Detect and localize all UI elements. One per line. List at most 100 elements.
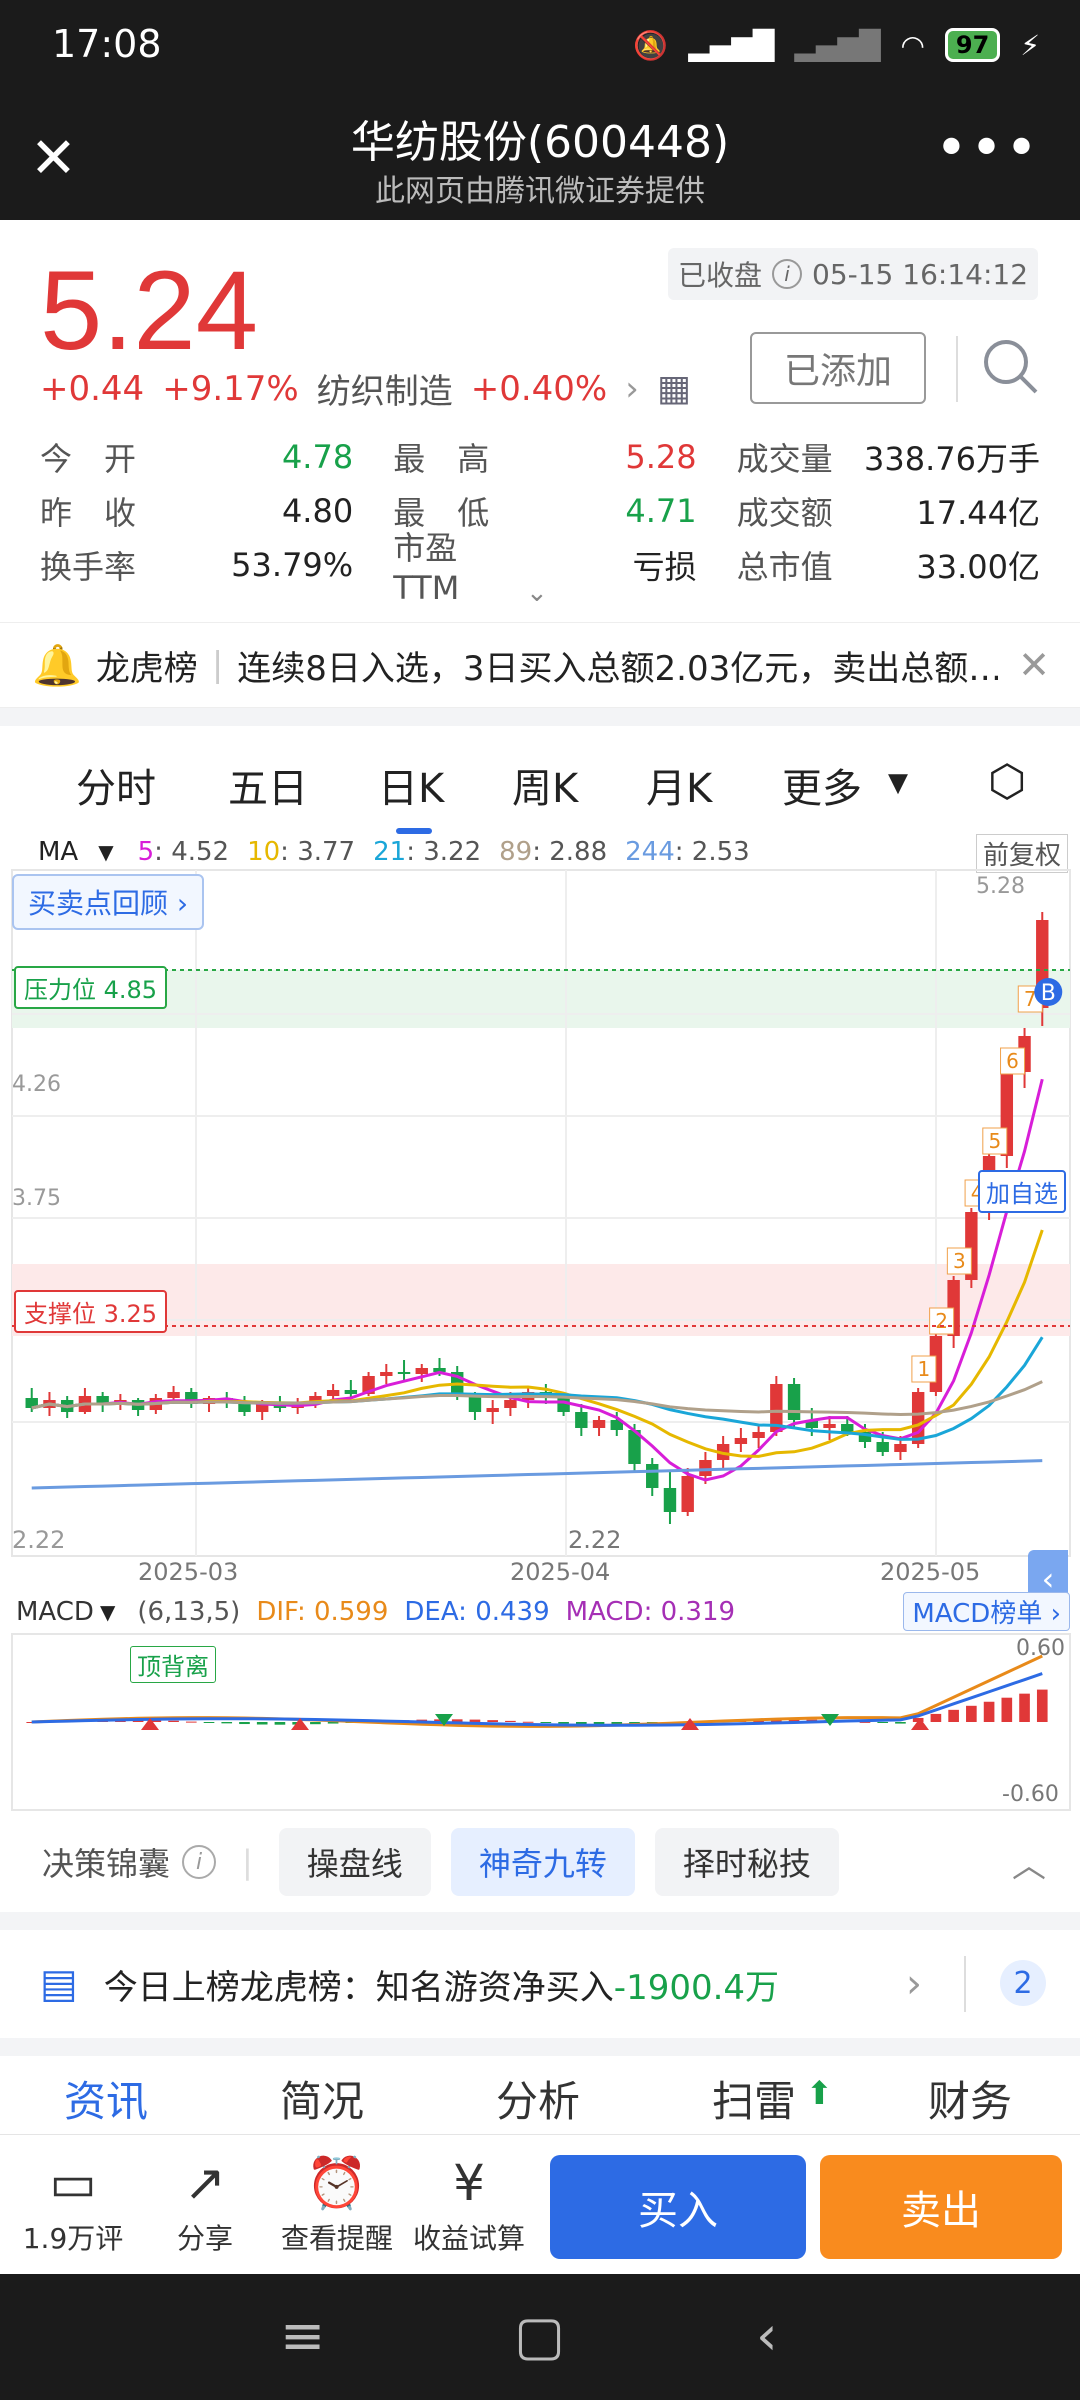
tab-intraday[interactable]: 分时 (76, 756, 156, 814)
chevron-up-icon[interactable]: ︿ (1012, 1838, 1046, 1887)
sector-change[interactable]: +0.40% (471, 369, 608, 409)
candle-body (468, 1396, 482, 1412)
macd-indicator-row: MACD ▼ (6,13,5) DIF: 0.599 DEA: 0.439 MA… (0, 1592, 1080, 1632)
signal-icon: ▂▄▆█ (688, 28, 775, 62)
bottom-action-bar: ▭ 1.9万评 ↗ 分享 ⏰ 查看提醒 ¥ 收益试算 买入 卖出 (0, 2134, 1080, 2274)
stat-label[interactable]: 总市值 (737, 542, 854, 588)
expand-chevron-icon[interactable]: ⌄ (526, 578, 548, 608)
macd-selector[interactable]: MACD (16, 1597, 94, 1627)
dragon-tiger-today[interactable]: ▤ 今日上榜龙虎榜：知名游资净买入 -1900.4万 › 2 (0, 1930, 1080, 2038)
nine-turn-marker-text: 3 (953, 1249, 966, 1273)
macd-bar (877, 1722, 889, 1723)
info-icon[interactable]: i (772, 259, 802, 289)
sell-button[interactable]: 卖出 (820, 2155, 1062, 2259)
stat-label[interactable]: 市盈TTM (393, 523, 510, 607)
tab-daily-k[interactable]: 日K (378, 756, 444, 834)
divider (964, 1956, 966, 2012)
caret-down-icon[interactable]: ▼ (98, 840, 113, 864)
candle-body (823, 1424, 836, 1428)
pill-timing[interactable]: 择时秘技 (654, 1828, 839, 1896)
grid-icon[interactable]: ▦ (657, 368, 691, 409)
candle-body (167, 1392, 180, 1398)
dragon-count-badge[interactable]: 2 (1000, 1960, 1046, 2006)
candle-body (415, 1368, 428, 1374)
info-tabs: 资讯 简况 分析 扫雷 ⬆ 财务 (0, 2056, 1080, 2134)
candle-body (486, 1408, 499, 1412)
close-icon[interactable]: ✕ (1018, 643, 1050, 687)
share-button[interactable]: ↗ 分享 (140, 2149, 270, 2257)
charging-icon: ⚡ (1020, 28, 1040, 62)
price-change: +0.44 (40, 368, 145, 409)
comments-button[interactable]: ▭ 1.9万评 (8, 2149, 138, 2257)
macd-bar (522, 1721, 534, 1723)
x-label: 2025-05 (880, 1558, 981, 1586)
settings-icon[interactable]: ⬡ (988, 756, 1026, 807)
ma-selector[interactable]: MA (38, 837, 78, 867)
more-icon[interactable]: ••• (935, 116, 1040, 181)
document-icon: ▤ (40, 1961, 78, 2007)
y-label: 3.75 (12, 1186, 61, 1211)
macd-dif: DIF: 0.599 (256, 1597, 389, 1627)
tab-analysis[interactable]: 分析 (496, 2068, 580, 2129)
caret-down-icon[interactable]: ▼ (100, 1600, 115, 1624)
candle-body (397, 1372, 411, 1374)
nine-turn-marker-text: 2 (935, 1309, 948, 1333)
add-watch-button[interactable]: 加自选 (978, 1170, 1066, 1213)
ma21-period: 21 (373, 837, 407, 867)
home-icon[interactable]: ▢ (514, 2304, 565, 2367)
ma10-period: 10 (247, 837, 281, 867)
macd-bar (1001, 1697, 1013, 1722)
sector-name[interactable]: 纺织制造 (317, 364, 453, 413)
candle-body (681, 1476, 694, 1512)
tab-profile[interactable]: 简况 (280, 2068, 364, 2129)
tab-monthly-k[interactable]: 月K (646, 756, 712, 814)
buy-sell-review-button[interactable]: 买卖点回顾 › (12, 874, 205, 930)
dragon-tiger-banner[interactable]: 🔔 龙虎榜 | 连续8日入选，3日买入总额2.03亿元，卖出总额… ✕ (0, 622, 1080, 708)
candle-body (752, 1432, 765, 1438)
system-nav-bar: ≡ ▢ ‹ (0, 2274, 1080, 2400)
alert-button[interactable]: ⏰ 查看提醒 (272, 2149, 402, 2257)
pill-nine-turn[interactable]: 神奇九转 (450, 1828, 635, 1896)
tab-five-day[interactable]: 五日 (228, 756, 308, 814)
macd-bar (239, 1722, 250, 1725)
tab-news[interactable]: 资讯 (64, 2068, 148, 2129)
back-icon[interactable]: ‹ (756, 2304, 778, 2367)
macd-rank-button[interactable]: MACD榜单 › (903, 1592, 1070, 1631)
caret-down-icon[interactable]: ▼ (888, 768, 908, 798)
ma244-value: 2.53 (691, 837, 750, 867)
tab-weekly-k[interactable]: 周K (512, 756, 578, 814)
stats-row: 昨 收 4.80 最 低 4.71 成交额 17.44亿 (40, 484, 1040, 538)
stat-label: 今 开 (40, 440, 137, 478)
alarm-icon: ⏰ (305, 2154, 369, 2212)
chevron-right-icon[interactable]: › (906, 1961, 922, 2007)
tab-risk-scan[interactable]: 扫雷 (712, 2068, 796, 2129)
dragon-banner-label: 龙虎榜 (95, 648, 198, 689)
buy-button[interactable]: 买入 (550, 2155, 806, 2259)
review-label: 买卖点回顾 (28, 887, 169, 920)
tab-finance[interactable]: 财务 (928, 2068, 1012, 2129)
y-label-high: 5.28 (976, 874, 1025, 899)
ma89-value: 2.88 (549, 837, 608, 867)
stat-label: 最 高 (393, 440, 490, 478)
profit-calc-button[interactable]: ¥ 收益试算 (404, 2149, 534, 2257)
price-change-pct: +9.17% (162, 368, 299, 409)
dragon-today-text: 今日上榜龙虎榜：知名游资净买入 (103, 1967, 614, 2008)
search-icon[interactable] (980, 336, 1040, 396)
ma244-period: 244 (625, 837, 675, 867)
menu-icon[interactable]: ≡ (280, 2304, 325, 2367)
share-icon: ↗ (184, 2154, 226, 2212)
ma10-value: 3.77 (297, 837, 356, 867)
added-watchlist-button[interactable]: 已添加 (750, 332, 926, 404)
mute-icon: 🔕 (633, 28, 669, 62)
candle-body (894, 1444, 907, 1452)
macd-bar (168, 1720, 179, 1722)
candle-body (663, 1488, 677, 1512)
chart-tabs: 分时 五日 日K 周K 月K 更多 ▼ ⬡ (0, 740, 1080, 834)
tab-more[interactable]: 更多 (782, 756, 862, 814)
divider: | (242, 1843, 253, 1881)
chevron-right-icon[interactable]: › (625, 369, 639, 409)
info-icon[interactable]: i (182, 1845, 217, 1879)
macd-bar (1019, 1693, 1030, 1722)
candle-body (646, 1464, 659, 1488)
pill-trading-line[interactable]: 操盘线 (278, 1828, 431, 1896)
